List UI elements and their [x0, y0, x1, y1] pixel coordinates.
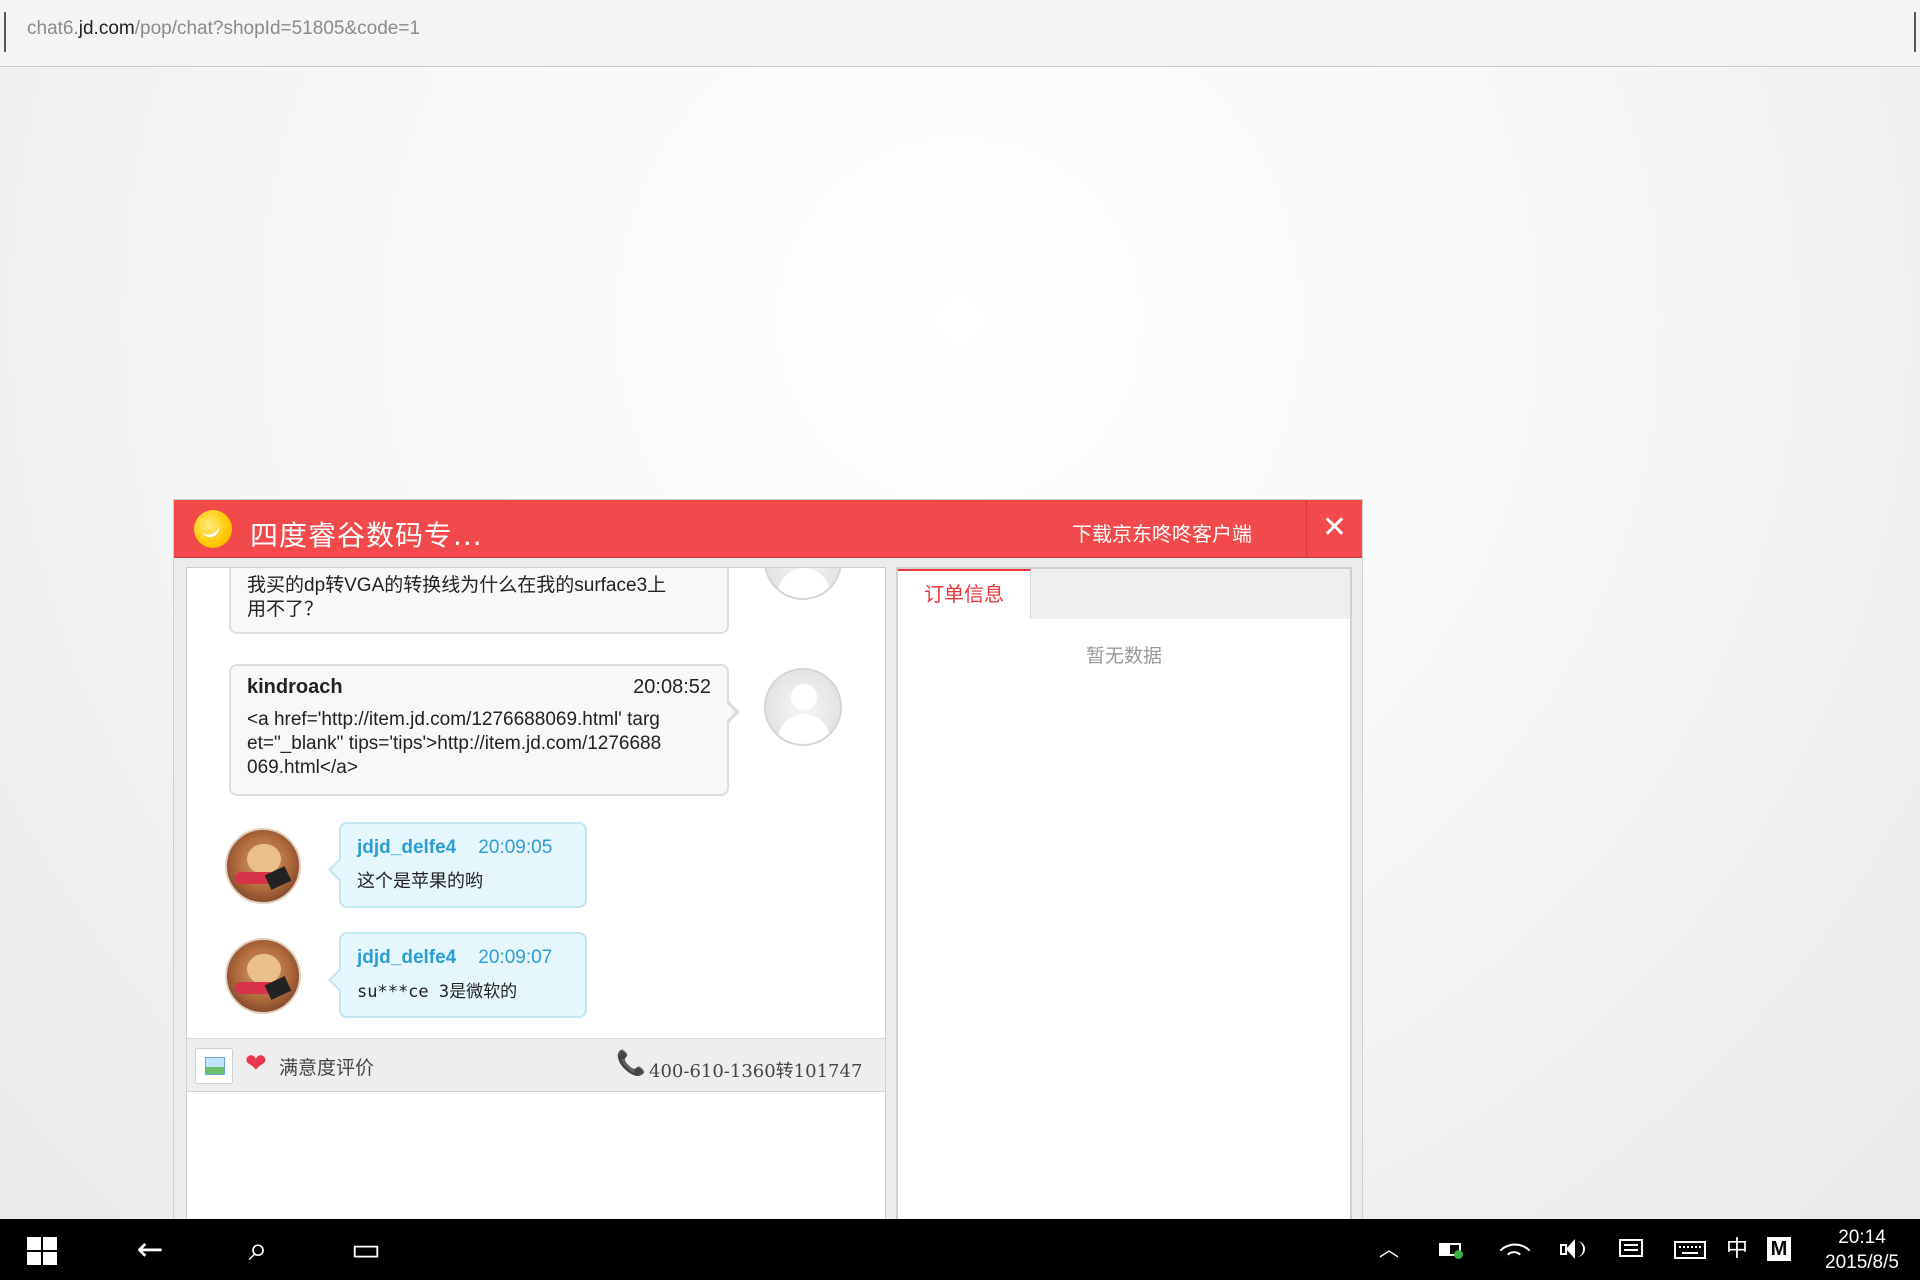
address-bar-right-edge [1914, 12, 1916, 52]
message-username: kindroach [247, 676, 343, 698]
message-text: 这个是苹果的哟 [357, 871, 483, 892]
wifi-icon[interactable] [1499, 1219, 1531, 1280]
order-info-panel: 订单信息 暂无数据 [896, 567, 1352, 1222]
clock-date: 2015/8/5 [1825, 1252, 1899, 1273]
search-icon[interactable]: ⌕ [232, 1219, 284, 1280]
message-bubble: jdjd_delfe4 20:09:07 su***ce 3是微软的 [328, 932, 587, 1018]
keyboard-icon[interactable] [1672, 1219, 1708, 1280]
message-text: 用不了？ [247, 599, 324, 620]
m-app-label: M [1767, 1237, 1791, 1261]
shop-title: 四度睿谷数码专... [250, 519, 483, 552]
customer-avatar [764, 568, 842, 600]
message-list[interactable]: 我买的dp转VGA的转换线为什么在我的surface3上 用不了？ kindro… [187, 568, 885, 1038]
windows-start-icon[interactable] [27, 1237, 57, 1265]
address-bar-left-edge [4, 12, 6, 52]
close-button[interactable]: ✕ [1306, 500, 1362, 558]
customer-avatar [764, 668, 842, 746]
message-header: jdjd_delfe4 20:09:07 [357, 946, 569, 969]
chat-panel: 我买的dp转VGA的转换线为什么在我的surface3上 用不了？ kindro… [186, 567, 886, 1223]
back-arrow-icon[interactable]: ← [124, 1219, 176, 1280]
empty-state-text: 暂无数据 [1085, 645, 1162, 667]
message-text: 我买的dp转VGA的转换线为什么在我的surface3上 [247, 575, 667, 596]
message-text: 069.html</a> [247, 757, 358, 778]
chevron-up-icon[interactable]: ︿ [1374, 1219, 1404, 1280]
message-text: <a href='http://item.jd.com/1276688069.h… [247, 709, 660, 730]
ime-mode-indicator[interactable]: 中 [1722, 1219, 1752, 1280]
phone-icon: 📞 [616, 1049, 646, 1077]
message-bubble: 我买的dp转VGA的转换线为什么在我的surface3上 用不了？ [229, 568, 729, 634]
satisfaction-rating-button[interactable]: 满意度评价 [279, 1053, 374, 1080]
volume-icon[interactable] [1556, 1219, 1586, 1280]
message-text: et="_blank" tips='tips'>http://item.jd.c… [247, 733, 662, 754]
message-bubble: kindroach 20:08:52 <a href='http://item.… [229, 664, 740, 796]
chat-toolbar: ❤ 满意度评价 📞 400-610-1360转101747 [187, 1038, 885, 1092]
hotline-number: 400-610-1360转101747 [649, 1061, 863, 1082]
message-username: jdjd_delfe4 [357, 947, 457, 968]
seller-avatar [225, 828, 301, 904]
dongdong-logo-icon [194, 510, 232, 548]
action-center-icon[interactable] [1616, 1219, 1646, 1280]
send-image-button[interactable] [195, 1048, 233, 1084]
seller-avatar [225, 938, 301, 1014]
message-bubble: jdjd_delfe4 20:09:05 这个是苹果的哟 [328, 822, 587, 908]
message-text: su***ce 3是微软的 [357, 982, 518, 1002]
info-tabbar: 订单信息 [898, 569, 1350, 619]
message-username: jdjd_delfe4 [357, 837, 457, 858]
m-app-icon[interactable]: M [1764, 1219, 1794, 1280]
message-time: 20:08:52 [633, 676, 711, 698]
message-header: kindroach 20:08:52 [247, 676, 711, 704]
title-bar: 四度睿谷数码专... 下载京东咚咚客户端 ✕ [174, 500, 1362, 558]
message-input[interactable] [187, 1093, 885, 1223]
address-bar[interactable]: chat6.jd.com/pop/chat?shopId=51805&code=… [0, 0, 1920, 67]
clock-time: 20:14 [1838, 1227, 1886, 1248]
taskbar: ← ⌕ ▭ ︿ 中 M 20:14 2015/8/5 [0, 1219, 1920, 1280]
taskbar-clock[interactable]: 20:14 2015/8/5 [1810, 1225, 1914, 1275]
download-client-link[interactable]: 下载京东咚咚客户端 [1072, 518, 1252, 547]
message-time: 20:09:05 [478, 837, 553, 858]
url-text[interactable]: chat6.jd.com/pop/chat?shopId=51805&code=… [27, 18, 420, 40]
task-view-icon[interactable]: ▭ [340, 1219, 392, 1280]
message-time: 20:09:07 [478, 947, 553, 968]
message-header: jdjd_delfe4 20:09:05 [357, 836, 569, 859]
chat-window: 四度睿谷数码专... 下载京东咚咚客户端 ✕ 我买的dp转VGA的转换线为什么在… [173, 499, 1363, 1223]
tab-order-info[interactable]: 订单信息 [898, 569, 1031, 619]
battery-icon[interactable] [1436, 1219, 1466, 1280]
heart-icon[interactable]: ❤ [245, 1049, 275, 1079]
